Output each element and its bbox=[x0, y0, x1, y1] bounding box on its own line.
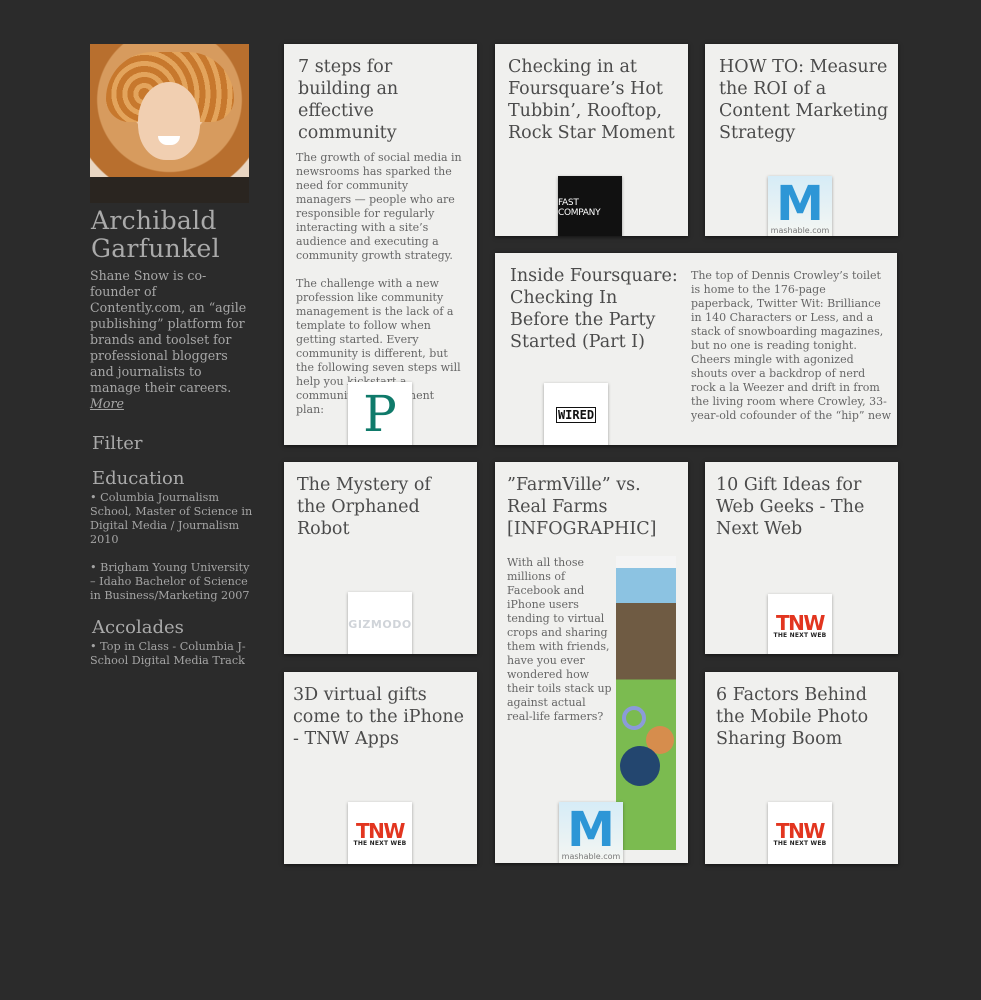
article-title[interactable]: Checking in at Foursquare’s Hot Tubbin’,… bbox=[508, 56, 676, 144]
article-excerpt: The growth of social media in newsrooms … bbox=[296, 151, 465, 417]
bio-text: Shane Snow is co-founder of Contently.co… bbox=[90, 268, 247, 395]
article-title[interactable]: The Mystery of the Orphaned Robot bbox=[297, 474, 465, 540]
tnw-logo-icon[interactable]: TNW THE NEXT WEB bbox=[768, 802, 832, 864]
gizmodo-logo-icon[interactable]: GIZMODO bbox=[348, 592, 412, 654]
logo-subtext: THE NEXT WEB bbox=[773, 631, 827, 639]
tnw-logo-icon[interactable]: TNW THE NEXT WEB bbox=[348, 802, 412, 864]
logo-text: mashable.com bbox=[561, 851, 621, 861]
article-title[interactable]: 3D virtual gifts come to the iPhone - TN… bbox=[293, 684, 465, 750]
article-title[interactable]: HOW TO: Measure the ROI of a Content Mar… bbox=[719, 56, 890, 144]
article-title[interactable]: 7 steps for building an effective commun… bbox=[298, 56, 463, 144]
chart-ring-shape bbox=[622, 706, 646, 730]
article-title[interactable]: 6 Factors Behind the Mobile Photo Sharin… bbox=[716, 684, 888, 750]
infographic-thumbnail[interactable] bbox=[616, 556, 676, 850]
article-card[interactable]: Checking in at Foursquare’s Hot Tubbin’,… bbox=[495, 44, 688, 236]
education-list: • Columbia Journalism School, Master of … bbox=[90, 491, 255, 603]
article-card[interactable]: HOW TO: Measure the ROI of a Content Mar… bbox=[705, 44, 898, 236]
avatar bbox=[90, 44, 249, 203]
logo-text: FAST COMPANY bbox=[558, 198, 601, 218]
article-card[interactable]: 6 Factors Behind the Mobile Photo Sharin… bbox=[705, 672, 898, 864]
more-link[interactable]: More bbox=[90, 396, 124, 411]
chart-circle-shape bbox=[620, 746, 660, 786]
article-excerpt: The top of Dennis Crowley’s toilet is ho… bbox=[691, 269, 891, 422]
logo-text: GIZMODO bbox=[348, 617, 412, 631]
logo-text: mashable.com bbox=[770, 225, 830, 235]
education-heading: Education bbox=[92, 468, 185, 489]
logo-subtext: THE NEXT WEB bbox=[773, 839, 827, 847]
mashable-logo-icon[interactable]: M mashable.com bbox=[559, 802, 623, 863]
article-card[interactable]: 3D virtual gifts come to the iPhone - TN… bbox=[284, 672, 477, 864]
mashable-m-glyph: M bbox=[567, 801, 615, 858]
education-item: • Columbia Journalism School, Master of … bbox=[90, 491, 253, 546]
logo-text: WIRED bbox=[555, 407, 597, 423]
accolades-list: • Top in Class - Columbia J-School Digit… bbox=[90, 640, 255, 668]
profile-name: Archibald Garfunkel bbox=[91, 206, 220, 263]
excerpt-paragraph: The growth of social media in newsrooms … bbox=[296, 151, 462, 262]
wired-logo-icon[interactable]: WIRED bbox=[544, 383, 608, 445]
face-shape bbox=[138, 82, 200, 160]
poynter-logo-icon[interactable]: P bbox=[348, 382, 412, 445]
accolades-heading: Accolades bbox=[92, 617, 184, 638]
article-card[interactable]: ”FarmVille” vs. Real Farms [INFOGRAPHIC]… bbox=[495, 462, 688, 863]
logo-text: TNW bbox=[776, 610, 825, 635]
logo-text: TNW bbox=[776, 818, 825, 843]
profile-sidebar: Archibald Garfunkel Shane Snow is co-fou… bbox=[90, 44, 255, 682]
logo-subtext: THE NEXT WEB bbox=[353, 839, 407, 847]
profile-bio: Shane Snow is co-founder of Contently.co… bbox=[90, 268, 255, 412]
fast-company-logo-icon[interactable]: FAST COMPANY bbox=[558, 176, 622, 236]
accolade-item: • Top in Class - Columbia J-School Digit… bbox=[90, 640, 246, 667]
article-card[interactable]: The Mystery of the Orphaned Robot GIZMOD… bbox=[284, 462, 477, 654]
article-title[interactable]: Inside Foursquare: Checking In Before th… bbox=[510, 265, 680, 353]
education-item: • Brigham Young University – Idaho Bache… bbox=[90, 561, 250, 602]
filter-heading[interactable]: Filter bbox=[92, 433, 255, 454]
mashable-logo-icon[interactable]: M mashable.com bbox=[768, 176, 832, 236]
article-card[interactable]: Inside Foursquare: Checking In Before th… bbox=[495, 253, 897, 445]
article-card[interactable]: 7 steps for building an effective commun… bbox=[284, 44, 477, 445]
article-excerpt: With all those millions of Facebook and … bbox=[507, 556, 612, 723]
tnw-logo-icon[interactable]: TNW THE NEXT WEB bbox=[768, 594, 832, 654]
article-title[interactable]: ”FarmVille” vs. Real Farms [INFOGRAPHIC] bbox=[507, 474, 676, 540]
article-title[interactable]: 10 Gift Ideas for Web Geeks - The Next W… bbox=[716, 474, 888, 540]
mashable-m-glyph: M bbox=[776, 175, 824, 232]
shirt-shape bbox=[90, 177, 249, 203]
article-card[interactable]: 10 Gift Ideas for Web Geeks - The Next W… bbox=[705, 462, 898, 654]
logo-text: TNW bbox=[356, 818, 405, 843]
